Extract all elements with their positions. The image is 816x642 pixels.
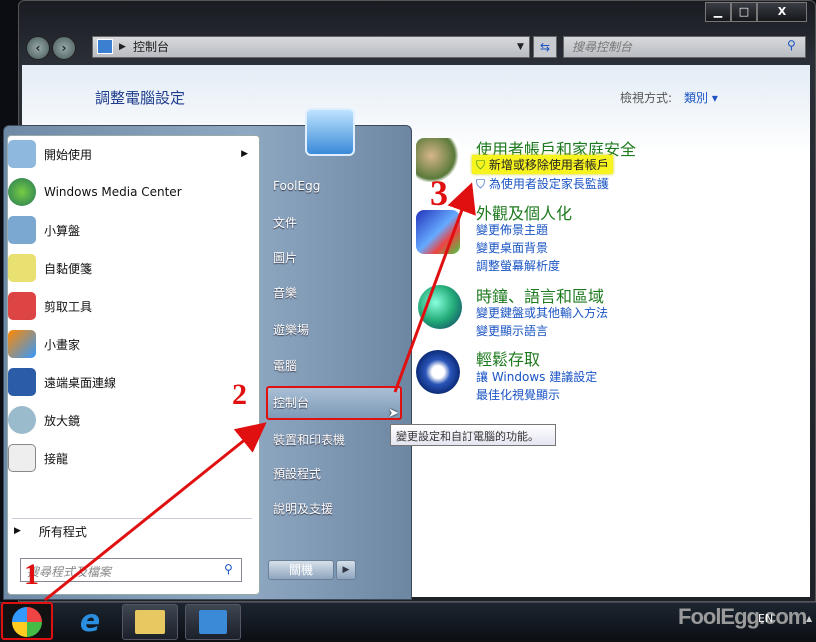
view-by-dropdown[interactable]: 類別 ▾ bbox=[684, 89, 718, 106]
close-button[interactable]: X bbox=[757, 2, 807, 22]
place-user[interactable]: FoolEgg bbox=[273, 179, 320, 193]
link-display-language[interactable]: 變更顯示語言 bbox=[476, 322, 548, 339]
link-add-remove-user[interactable]: ⛉ 新增或移除使用者帳戶 bbox=[472, 155, 613, 174]
link-parental-controls[interactable]: ⛉ 為使用者設定家長監護 bbox=[476, 175, 609, 192]
program-solitaire[interactable]: 接龍 bbox=[8, 441, 248, 475]
step-number-3: 3 bbox=[430, 173, 448, 213]
link-change-background[interactable]: 變更桌面背景 bbox=[476, 239, 548, 256]
place-devices-printers[interactable]: 裝置和印表機 bbox=[273, 431, 345, 448]
tooltip: 變更設定和自訂電腦的功能。 bbox=[390, 424, 556, 446]
program-media-center[interactable]: Windows Media Center bbox=[8, 175, 248, 209]
start-search-input[interactable]: 搜尋程式及檔案 bbox=[20, 558, 242, 582]
refresh-icon[interactable]: ⇆ bbox=[533, 36, 557, 58]
appearance-icon bbox=[416, 210, 460, 254]
language-indicator[interactable]: EN bbox=[758, 612, 773, 625]
media-center-icon bbox=[8, 178, 36, 206]
place-documents[interactable]: 文件 bbox=[273, 214, 297, 231]
program-snipping-tool[interactable]: 剪取工具 bbox=[8, 289, 248, 323]
program-calculator[interactable]: 小算盤 bbox=[8, 213, 248, 247]
link-change-theme[interactable]: 變更佈景主題 bbox=[476, 221, 548, 238]
control-panel-picture bbox=[305, 108, 355, 156]
remote-desktop-icon bbox=[8, 368, 36, 396]
link-keyboard-input[interactable]: 變更鍵盤或其他輸入方法 bbox=[476, 304, 608, 321]
sticky-notes-icon bbox=[8, 254, 36, 282]
getting-started-icon bbox=[8, 140, 36, 168]
link-recommend-settings[interactable]: 讓 Windows 建議設定 bbox=[476, 368, 597, 385]
link-optimize-display[interactable]: 最佳化視覺顯示 bbox=[476, 386, 560, 403]
paint-icon bbox=[8, 330, 36, 358]
mouse-cursor-icon: ➤ bbox=[388, 406, 399, 421]
control-panel-taskbar-button[interactable] bbox=[185, 604, 241, 640]
internet-explorer-icon[interactable]: e bbox=[72, 604, 108, 639]
magnifier-icon bbox=[8, 406, 36, 434]
place-default-programs[interactable]: 預設程式 bbox=[273, 465, 321, 482]
shield-icon: ⛉ bbox=[476, 158, 486, 172]
explorer-taskbar-button[interactable] bbox=[122, 604, 178, 640]
tray-expand-icon[interactable]: ▲ bbox=[806, 614, 812, 623]
submenu-arrow-icon: ▶ bbox=[241, 149, 248, 159]
search-icon[interactable]: ⚲ bbox=[224, 562, 233, 576]
chevron-down-icon: ▾ bbox=[711, 91, 718, 105]
place-pictures[interactable]: 圖片 bbox=[273, 249, 297, 266]
category-ease-of-access[interactable]: 輕鬆存取 bbox=[476, 346, 540, 370]
minimize-button[interactable]: ▁ bbox=[705, 2, 731, 22]
shield-icon: ⛉ bbox=[476, 177, 486, 191]
address-bar[interactable]: ▶ 控制台 ▼ bbox=[92, 36, 530, 58]
link-screen-resolution[interactable]: 調整螢幕解析度 bbox=[476, 257, 560, 274]
program-sticky-notes[interactable]: 自黏便箋 bbox=[8, 251, 248, 285]
control-panel-icon bbox=[97, 39, 113, 54]
program-getting-started[interactable]: 開始使用 ▶ bbox=[8, 137, 248, 171]
place-control-panel[interactable]: 控制台 bbox=[273, 394, 309, 411]
back-button[interactable]: ‹ bbox=[26, 36, 50, 60]
windows-logo-icon bbox=[12, 607, 42, 637]
dropdown-icon[interactable]: ▼ bbox=[517, 37, 524, 57]
control-panel-icon bbox=[199, 610, 227, 634]
shutdown-options-arrow[interactable]: ▶ bbox=[336, 560, 356, 580]
folder-icon bbox=[135, 610, 165, 634]
all-programs[interactable]: ▶ 所有程式 bbox=[8, 514, 248, 548]
maximize-button[interactable]: □ bbox=[731, 2, 757, 22]
program-remote-desktop[interactable]: 遠端桌面連線 bbox=[8, 365, 248, 399]
watermark: FoolEgg.com bbox=[678, 604, 807, 629]
forward-button[interactable]: › bbox=[52, 36, 76, 60]
step-number-2: 2 bbox=[232, 378, 247, 411]
calculator-icon bbox=[8, 216, 36, 244]
place-computer[interactable]: 電腦 bbox=[273, 357, 297, 374]
place-music[interactable]: 音樂 bbox=[273, 284, 297, 301]
place-help-support[interactable]: 說明及支援 bbox=[273, 500, 333, 517]
breadcrumb[interactable]: 控制台 bbox=[133, 40, 169, 54]
chevron-right-icon: ▶ bbox=[119, 42, 126, 52]
globe-clock-icon bbox=[418, 285, 462, 329]
search-icon[interactable]: ⚲ bbox=[787, 38, 796, 52]
program-magnifier[interactable]: 放大鏡 bbox=[8, 403, 248, 437]
program-paint[interactable]: 小畫家 bbox=[8, 327, 248, 361]
page-title: 調整電腦設定 bbox=[95, 89, 186, 107]
place-games[interactable]: 遊樂場 bbox=[273, 321, 309, 338]
ease-of-access-icon bbox=[416, 350, 460, 394]
step-number-1: 1 bbox=[24, 558, 39, 591]
shutdown-button[interactable]: 關機 bbox=[268, 560, 334, 580]
scissors-icon bbox=[8, 292, 36, 320]
view-by-label: 檢視方式: bbox=[620, 91, 673, 105]
search-input[interactable]: 搜尋控制台 bbox=[563, 36, 806, 58]
expand-arrow-icon: ▶ bbox=[14, 526, 21, 536]
cards-icon bbox=[8, 444, 36, 472]
start-button[interactable] bbox=[1, 602, 53, 640]
